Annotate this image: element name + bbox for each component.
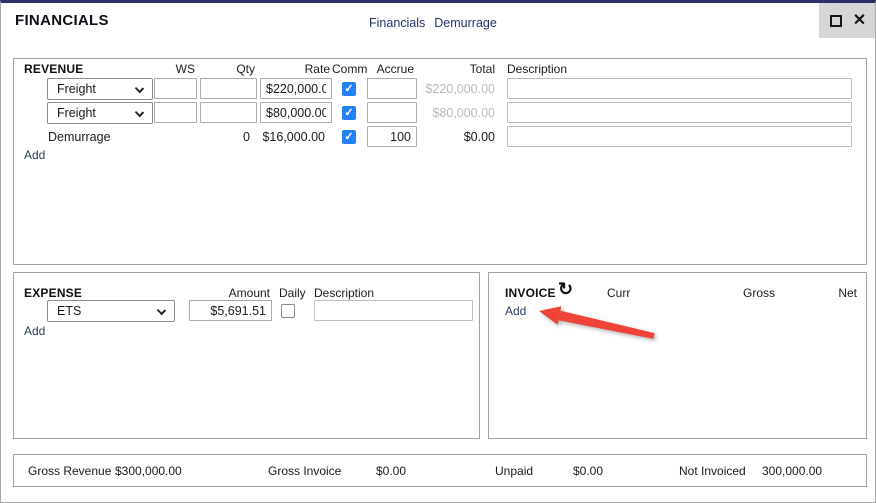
summary-bar: Gross Revenue $300,000.00 Gross Invoice … [13, 454, 867, 487]
expense-panel: EXPENSE Amount Daily Description ETS ✓ A… [13, 272, 480, 439]
chevron-down-icon [135, 108, 144, 117]
daily-checkbox[interactable]: ✓ [281, 304, 295, 318]
breadcrumb-financials-link[interactable]: Financials [369, 16, 425, 30]
description-input[interactable] [507, 78, 852, 99]
not-invoiced-value: 300,000.00 [762, 464, 822, 478]
col-header-gross: Gross [743, 286, 775, 300]
col-header-curr: Curr [607, 286, 630, 300]
total-value: $0.00 [464, 130, 495, 144]
col-header-description: Description [507, 62, 567, 76]
accrue-input[interactable] [367, 126, 417, 147]
chevron-down-icon [157, 306, 166, 315]
col-header-accrue: Accrue [377, 62, 414, 76]
total-value: $220,000.00 [425, 82, 495, 96]
accrue-input[interactable] [367, 102, 417, 123]
maximize-icon[interactable] [830, 15, 842, 27]
page-title: FINANCIALS [15, 12, 109, 29]
col-header-rate: Rate [305, 62, 330, 76]
rate-input[interactable] [260, 78, 332, 99]
add-invoice-link[interactable]: Add [505, 304, 526, 318]
comm-checkbox[interactable]: ✓ [342, 130, 356, 144]
gross-invoice-value: $0.00 [376, 464, 406, 478]
invoice-title: INVOICE [505, 286, 556, 300]
qty-input[interactable] [200, 78, 257, 99]
revenue-row: Freight ✓ $80,000.00 [14, 102, 866, 124]
not-invoiced-label: Not Invoiced [679, 464, 746, 478]
amount-input[interactable] [189, 300, 272, 321]
col-header-qty: Qty [236, 62, 255, 76]
breadcrumb: Financials Demurrage [369, 16, 497, 30]
col-header-ws: WS [176, 62, 195, 76]
col-header-comm: Comm [332, 62, 367, 76]
revenue-type-label: Demurrage [48, 130, 111, 144]
ws-input[interactable] [154, 78, 197, 99]
qty-value: 0 [243, 130, 250, 144]
unpaid-label: Unpaid [495, 464, 533, 478]
qty-input[interactable] [200, 102, 257, 123]
add-expense-link[interactable]: Add [24, 324, 45, 338]
col-header-amount: Amount [229, 286, 270, 300]
col-header-description: Description [314, 286, 374, 300]
revenue-row: Demurrage 0 $16,000.00 ✓ $0.00 [14, 126, 866, 148]
description-input[interactable] [314, 300, 473, 321]
comm-checkbox[interactable]: ✓ [342, 82, 356, 96]
rate-input[interactable] [260, 102, 332, 123]
comm-checkbox[interactable]: ✓ [342, 106, 356, 120]
revenue-title: REVENUE [24, 62, 83, 76]
revenue-panel: REVENUE WS Qty Rate Comm Accrue Total De… [13, 58, 867, 265]
unpaid-value: $0.00 [573, 464, 603, 478]
financials-window: FINANCIALS Financials Demurrage ✕ REVENU… [0, 0, 876, 503]
gross-invoice-label: Gross Invoice [268, 464, 341, 478]
gross-revenue-value: $300,000.00 [115, 464, 182, 478]
check-icon: ✓ [343, 107, 355, 120]
ws-input[interactable] [154, 102, 197, 123]
total-value: $80,000.00 [432, 106, 495, 120]
revenue-row: Freight ✓ $220,000.00 [14, 78, 866, 100]
expense-type-select[interactable]: ETS [47, 300, 175, 322]
breadcrumb-demurrage-link[interactable]: Demurrage [434, 16, 497, 30]
invoice-panel: INVOICE ↻ Curr Gross Net Add [488, 272, 867, 439]
description-input[interactable] [507, 126, 852, 147]
refresh-icon[interactable]: ↻ [558, 280, 573, 298]
close-icon[interactable]: ✕ [853, 13, 866, 29]
chevron-down-icon [135, 84, 144, 93]
revenue-type-select[interactable]: Freight [47, 78, 153, 100]
col-header-net: Net [838, 286, 857, 300]
accrue-input[interactable] [367, 78, 417, 99]
check-icon: ✓ [343, 83, 355, 96]
check-icon: ✓ [343, 131, 355, 144]
col-header-daily: Daily [279, 286, 306, 300]
expense-title: EXPENSE [24, 286, 82, 300]
rate-value: $16,000.00 [262, 130, 325, 144]
gross-revenue-label: Gross Revenue [28, 464, 111, 478]
revenue-type-select[interactable]: Freight [47, 102, 153, 124]
description-input[interactable] [507, 102, 852, 123]
col-header-total: Total [470, 62, 495, 76]
add-revenue-link[interactable]: Add [24, 148, 45, 162]
expense-row: ETS ✓ [14, 300, 479, 322]
window-controls: ✕ [819, 3, 876, 38]
